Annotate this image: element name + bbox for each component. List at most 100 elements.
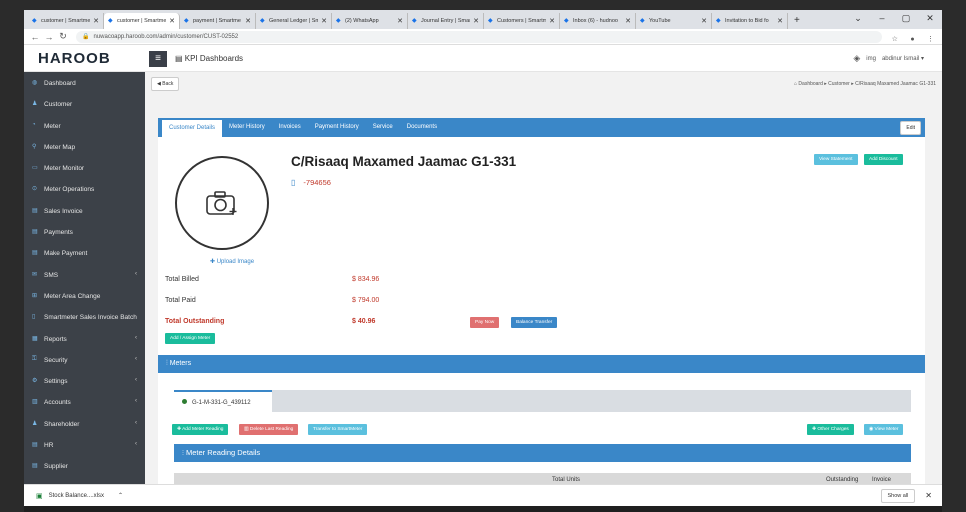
minimize-icon[interactable]: – — [870, 10, 894, 29]
sidebar-item-meter[interactable]: ◔ Meter — [24, 115, 145, 136]
sidebar-item-label: Dashboard — [44, 80, 76, 87]
sidebar-item-settings[interactable]: ⚙ Settings ‹ — [24, 370, 145, 391]
sidebar-item-hr[interactable]: ▤ HR ‹ — [24, 434, 145, 455]
close-tab-icon[interactable]: ✕ — [549, 17, 555, 25]
sidebar-item-dashboard[interactable]: ◍ Dashboard — [24, 72, 145, 93]
bookmark-star-icon[interactable]: ☆ — [892, 36, 898, 43]
kebab-menu-icon[interactable]: ⋮ — [927, 36, 934, 43]
sidebar-item-meter-monitor[interactable]: ▭ Meter Monitor — [24, 157, 145, 178]
favicon-icon: ◆ — [260, 18, 265, 24]
browser-tab[interactable]: ◆ Inbox (6) - hudnoo ✕ — [560, 13, 636, 29]
url-field[interactable]: 🔒 nuwacoapp.haroob.com/admin/customer/CUS… — [76, 30, 882, 43]
browser-tab[interactable]: ◆ Invitation to Bid fo ✕ — [712, 13, 788, 29]
tab-payment-history[interactable]: Payment History — [308, 118, 366, 137]
transfer-smartmeter-button[interactable]: Transfer to SmartMeter — [308, 424, 368, 435]
tab-invoices[interactable]: Invoices — [272, 118, 308, 137]
upload-image-link[interactable]: ✚ Upload Image — [210, 258, 254, 265]
browser-tab[interactable]: ◆ (2) WhatsApp ✕ — [332, 13, 408, 29]
sidebar-item-reports[interactable]: ▦ Reports ‹ — [24, 328, 145, 349]
close-downloads-icon[interactable]: ✕ — [915, 491, 942, 500]
close-tab-icon[interactable]: ✕ — [625, 17, 631, 25]
sidebar-item-icon: ▥ — [32, 399, 38, 406]
browser-tab[interactable]: ◆ customer | Smartme ✕ — [28, 13, 104, 29]
meter-tab[interactable]: G-1-M-331-G_439112 — [174, 390, 272, 412]
chevron-up-icon[interactable]: ⌃ — [118, 492, 123, 499]
user-avatar[interactable]: img — [866, 56, 876, 62]
delete-last-reading-button[interactable]: ▥ Delete Last Reading — [239, 424, 299, 435]
sidebar-item-customer[interactable]: ♟ Customer — [24, 93, 145, 114]
meters-section-header[interactable]: ⫶ Meters — [158, 355, 925, 373]
sidebar-item-security[interactable]: ⚿ Security ‹ — [24, 349, 145, 370]
sidebar-item-label: Meter — [44, 122, 61, 130]
view-meter-button[interactable]: ◉ View Meter — [864, 424, 904, 435]
sidebar-item-label: Meter Monitor — [44, 165, 85, 173]
browser-tab[interactable]: ◆ Customers | Smartm ✕ — [484, 13, 560, 29]
browser-tab[interactable]: ◆ payment | Smartme ✕ — [180, 13, 256, 29]
balance-transfer-button[interactable]: Balance Transfer — [511, 317, 558, 328]
sidebar-item-meter-map[interactable]: ⚲ Meter Map — [24, 136, 145, 157]
close-tab-icon[interactable]: ✕ — [321, 17, 327, 25]
customer-name: C/Risaaq Maxamed Jaamac G1-331 — [291, 154, 517, 169]
tag-icon[interactable]: ◈ — [853, 53, 860, 64]
favicon-icon: ◆ — [412, 18, 417, 24]
browser-tab[interactable]: ◆ General Ledger | Sm ✕ — [256, 13, 332, 29]
close-tab-icon[interactable]: ✕ — [701, 17, 707, 25]
tab-meter-history[interactable]: Meter History — [222, 118, 272, 137]
chevron-left-icon: ‹ — [135, 398, 137, 405]
back-arrow-icon[interactable]: ← — [28, 32, 42, 42]
sidebar-item-sms[interactable]: ✉ SMS ‹ — [24, 264, 145, 285]
back-button[interactable]: ◀ Back — [151, 77, 180, 91]
add-discount-button[interactable]: Add Discount — [864, 154, 903, 165]
new-tab-button[interactable]: + — [788, 13, 806, 29]
tab-customer-details[interactable]: Customer Details — [162, 120, 223, 137]
reload-icon[interactable]: ↻ — [56, 31, 70, 42]
browser-tab[interactable]: ◆ customer | Smartme ✕ — [104, 13, 180, 29]
user-area: ◈ img abdinur Ismail ▾ — [853, 53, 942, 64]
sidebar-item-label: Meter Operations — [44, 186, 95, 194]
sidebar-item-smartmeter-sales-invoice-batch[interactable]: ▯ Smartmeter Sales Invoice Batch — [24, 306, 145, 327]
pay-now-button[interactable]: Pay Now — [470, 317, 500, 328]
browser-tab[interactable]: ◆ Journal Entry | Smar ✕ — [408, 13, 484, 29]
close-window-icon[interactable]: ✕ — [918, 10, 942, 29]
download-item[interactable]: ▣ Stock Balance....xlsx ⌃ — [24, 492, 123, 500]
sidebar-item-meter-operations[interactable]: ⊙ Meter Operations — [24, 178, 145, 199]
sidebar-item-accounts[interactable]: ▥ Accounts ‹ — [24, 391, 145, 412]
other-charges-button[interactable]: ✚ Other Charges — [807, 424, 854, 435]
show-all-button[interactable]: Show all — [880, 488, 916, 503]
view-statement-button[interactable]: View Statement — [814, 154, 858, 165]
forward-arrow-icon[interactable]: → — [42, 32, 56, 42]
downloads-bar: ▣ Stock Balance....xlsx ⌃ Show all ✕ — [24, 484, 942, 506]
meter-reading-header[interactable]: ⫶ Meter Reading Details — [174, 444, 911, 462]
sidebar-item-label: Sales Invoice — [44, 207, 83, 215]
menu-toggle-button[interactable]: ≡ — [149, 50, 167, 67]
close-tab-icon[interactable]: ✕ — [169, 17, 175, 25]
sidebar-item-make-payment[interactable]: ▤ Make Payment — [24, 242, 145, 263]
close-tab-icon[interactable]: ✕ — [397, 17, 403, 25]
camera-icon — [206, 191, 237, 215]
add-meter-reading-button[interactable]: ✚ Add Meter Reading — [172, 424, 229, 435]
avatar[interactable] — [175, 156, 269, 250]
chevron-left-icon: ‹ — [135, 419, 137, 426]
close-tab-icon[interactable]: ✕ — [93, 17, 99, 25]
profile-icon[interactable]: ● — [910, 36, 914, 43]
favicon-icon: ◆ — [716, 18, 721, 24]
edit-button[interactable]: Edit — [900, 121, 921, 135]
kpi-dashboards-link[interactable]: ▤ KPI Dashboards — [175, 54, 243, 63]
sidebar-item-shareholder[interactable]: ♟ Shareholder ‹ — [24, 413, 145, 434]
sidebar-item-payments[interactable]: ▤ Payments — [24, 221, 145, 242]
close-tab-icon[interactable]: ✕ — [777, 17, 783, 25]
add-assign-meter-button[interactable]: Add / Assign Meter — [165, 333, 216, 344]
maximize-icon[interactable]: ▢ — [894, 10, 918, 29]
sidebar-item-supplier[interactable]: ▤ Supplier — [24, 455, 145, 476]
tab-search-icon[interactable]: ⌄ — [846, 10, 870, 29]
user-name-dropdown[interactable]: abdinur Ismail ▾ — [882, 55, 924, 62]
browser-tab[interactable]: ◆ YouTube ✕ — [636, 13, 712, 29]
sidebar-item-meter-area-change[interactable]: ⊞ Meter Area Change — [24, 285, 145, 306]
sidebar-item-sales-invoice[interactable]: ▤ Sales Invoice — [24, 200, 145, 221]
close-tab-icon[interactable]: ✕ — [245, 17, 251, 25]
tab-service[interactable]: Service — [366, 118, 400, 137]
tab-documents[interactable]: Documents — [400, 118, 444, 137]
haroob-logo[interactable]: HAROOB — [24, 50, 145, 67]
tab-strip: ◆ customer | Smartme ✕ ◆ customer | Smartme ✕… — [24, 10, 942, 29]
close-tab-icon[interactable]: ✕ — [473, 17, 479, 25]
